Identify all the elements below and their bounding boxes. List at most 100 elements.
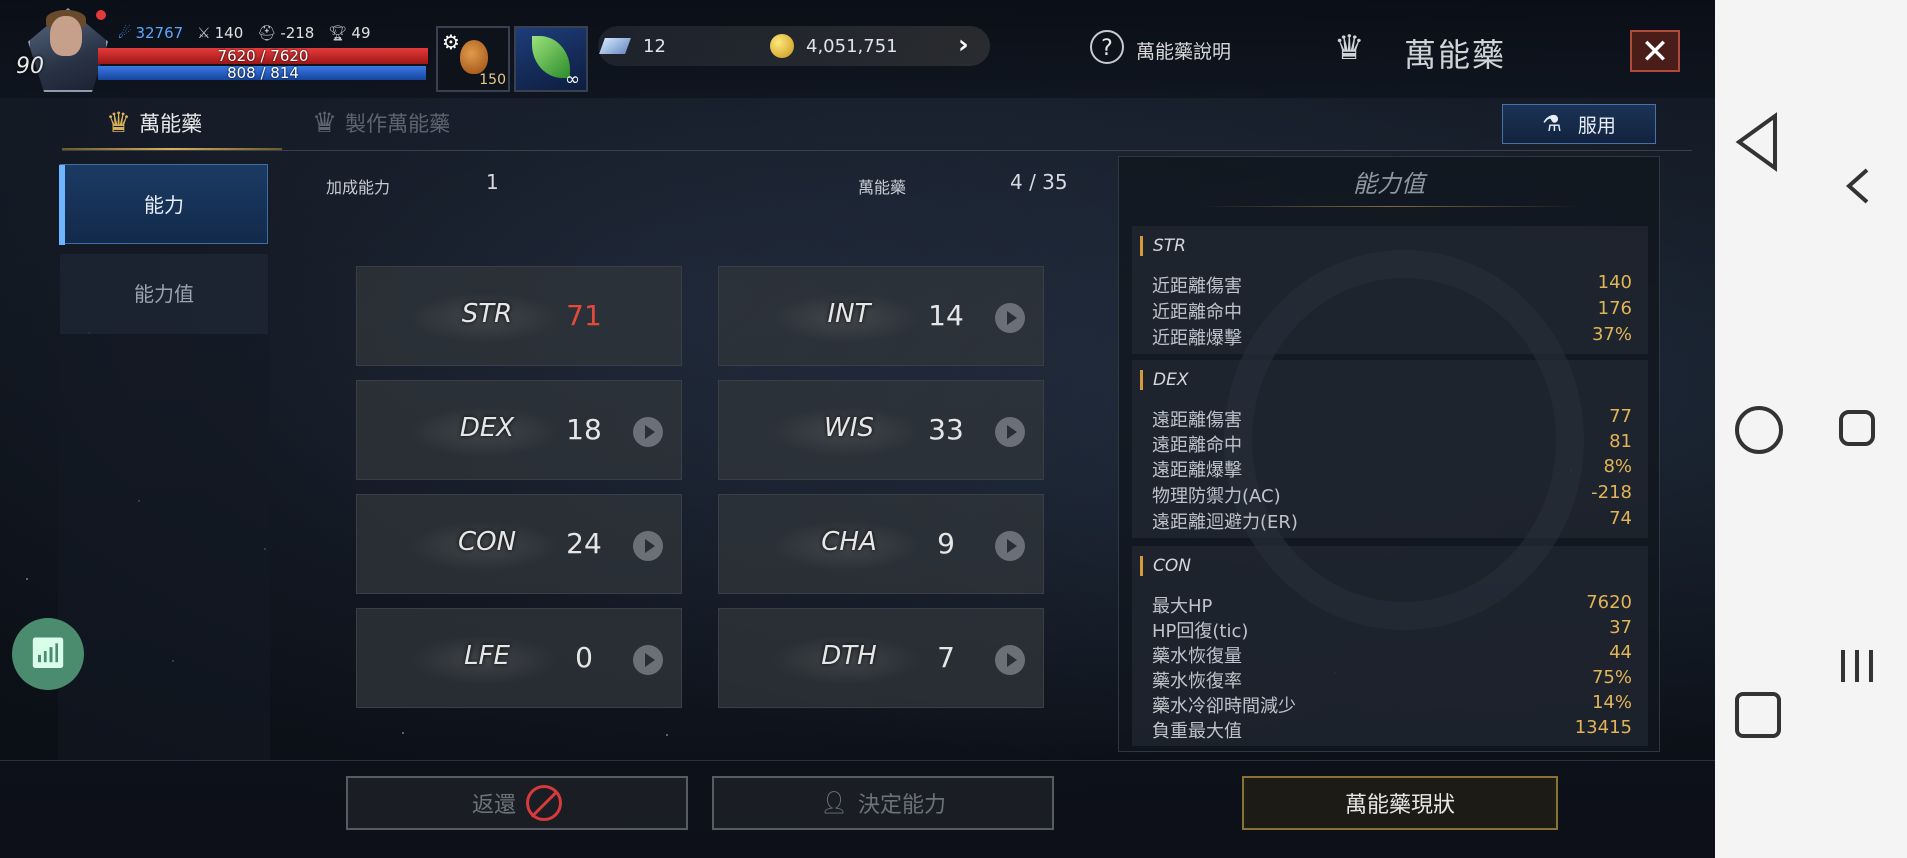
crown-icon: ♛ [106, 106, 132, 139]
row-label: 物理防禦力(AC) [1152, 486, 1281, 507]
gold-coin-icon [770, 34, 794, 58]
confirm-ability-button[interactable]: 👤︎ 決定能力 [712, 776, 1054, 830]
stat-card-wis: WIS 33 [718, 380, 1044, 480]
stat-value: 18 [566, 413, 602, 446]
back-triangle-icon[interactable] [1735, 112, 1779, 172]
increase-button[interactable] [633, 531, 663, 561]
side-item-ability[interactable]: 能力 [59, 164, 268, 245]
potion-count: 150 [479, 72, 506, 88]
row-label: 藥水冷卻時間減少 [1152, 696, 1296, 717]
row-value: 37% [1591, 324, 1632, 345]
leaf-slot[interactable]: ∞ [514, 26, 588, 92]
group-con: CON 最大HP 7620 HP回復(tic) 37 藥水恢復量 44 藥水恢復率 75… [1132, 546, 1648, 746]
flask-icon: ⚗ [1542, 111, 1562, 137]
stat-name: DTH [821, 641, 877, 671]
trophy-icon: 🏆︎ [328, 24, 348, 42]
stat-name: WIS [824, 413, 874, 443]
recents-square-icon[interactable] [1733, 690, 1783, 740]
elixir-count-label: 萬能藥 [858, 178, 907, 197]
row-label: 近距離傷害 [1152, 276, 1242, 297]
gem-value: 12 [643, 36, 666, 57]
row-label: 遠距離迴避力(ER) [1152, 512, 1298, 533]
game-screen: 90 ☄ 32767 ⚔ 140 ⛑ -218 🏆︎ 49 7620 / 7620 80… [0, 0, 1715, 858]
armor-value: -218 [280, 24, 315, 42]
help-icon[interactable]: ? [1090, 30, 1124, 64]
mp-text: 808 / 814 [227, 64, 299, 82]
tab-elixir[interactable]: ♛ 萬能藥 [106, 106, 202, 139]
potion-slot[interactable]: ⚙ 150 [436, 26, 510, 92]
recents-bars-icon[interactable] [1837, 648, 1877, 684]
row-value: 13415 [1574, 717, 1632, 738]
hp-text: 7620 / 7620 [217, 47, 309, 65]
tab-craft-elixir[interactable]: ♛ 製作萬能藥 [312, 106, 450, 139]
panel-title: 能力值 [1353, 170, 1425, 198]
row-value: 75% [1591, 667, 1632, 688]
increase-button[interactable] [995, 303, 1025, 333]
side-menu [58, 160, 270, 760]
back-chevron-icon[interactable] [1843, 166, 1873, 206]
stat-card-int: INT 14 [718, 266, 1044, 366]
use-button[interactable]: ⚗ 服用 [1502, 104, 1656, 144]
character-level: 90 [16, 54, 44, 79]
increase-button[interactable] [995, 417, 1025, 447]
disabled-icon [526, 785, 562, 821]
attack-value: 140 [214, 24, 244, 42]
stat-value: 7 [937, 641, 955, 674]
group-str: STR 近距離傷害 140 近距離命中 176 近距離爆擊 37% [1132, 226, 1648, 354]
stat-card-con: CON 24 [356, 494, 682, 594]
stat-card-dth: DTH 7 [718, 608, 1044, 708]
stat-name: LFE [464, 641, 510, 671]
helmet-icon: ⛑ [257, 24, 277, 42]
stat-value: 14 [928, 299, 964, 332]
trophy-value: 49 [351, 24, 371, 42]
help-link[interactable]: 萬能藥說明 [1136, 37, 1231, 64]
wifi-icon[interactable]: 📶︎ [12, 618, 84, 690]
bonus-label: 加成能力 [326, 178, 391, 197]
gear-icon: ⚙ [442, 30, 460, 54]
row-label: 藥水恢復量 [1152, 646, 1242, 667]
stat-card-lfe: LFE 0 [356, 608, 682, 708]
character-avatar[interactable] [16, 6, 108, 94]
user-icon: 👤︎ [820, 790, 848, 816]
elixir-count-value: 4 / 35 [1010, 170, 1068, 194]
potion-icon [460, 40, 488, 74]
gold-value: 4,051,751 [806, 36, 898, 57]
row-label: 近距離爆擊 [1152, 328, 1242, 349]
stat-name: STR [461, 299, 513, 329]
row-value: 37 [1609, 617, 1632, 638]
close-button[interactable]: ✕ [1630, 30, 1680, 72]
row-label: 遠距離傷害 [1152, 410, 1242, 431]
row-label: HP回復(tic) [1152, 621, 1249, 642]
row-label: 最大HP [1152, 596, 1213, 617]
home-square-icon[interactable] [1837, 408, 1877, 448]
stat-value: 24 [566, 527, 602, 560]
use-button-label: 服用 [1577, 114, 1616, 137]
group-header: DEX [1140, 370, 1188, 390]
row-value: 176 [1597, 298, 1632, 319]
row-value: 44 [1609, 642, 1632, 663]
increase-button[interactable] [995, 645, 1025, 675]
stat-card-cha: CHA 9 [718, 494, 1044, 594]
row-label: 遠距離爆擊 [1152, 460, 1242, 481]
elixir-icon: ♛ [1334, 28, 1365, 68]
chevron-right-icon[interactable]: › [958, 30, 969, 60]
home-circle-icon[interactable] [1733, 404, 1785, 456]
increase-button[interactable] [633, 645, 663, 675]
row-value: 7620 [1586, 592, 1632, 613]
stat-card-dex: DEX 18 [356, 380, 682, 480]
group-header: STR [1140, 236, 1186, 256]
exp-icon: ☄ [118, 24, 132, 42]
sword-icon: ⚔ [197, 24, 211, 42]
leaf-count: ∞ [565, 69, 580, 90]
side-item-ability-values[interactable]: 能力值 [60, 254, 268, 334]
reset-button[interactable]: 返還 [346, 776, 688, 830]
stat-value: 33 [928, 413, 964, 446]
stat-name: CHA [821, 527, 877, 557]
row-label: 藥水恢復率 [1152, 671, 1242, 692]
row-value: -218 [1591, 482, 1632, 503]
elixir-status-button[interactable]: 萬能藥現狀 [1242, 776, 1558, 830]
stat-name: DEX [459, 413, 515, 443]
row-label: 負重最大值 [1152, 721, 1242, 742]
increase-button[interactable] [995, 531, 1025, 561]
increase-button[interactable] [633, 417, 663, 447]
